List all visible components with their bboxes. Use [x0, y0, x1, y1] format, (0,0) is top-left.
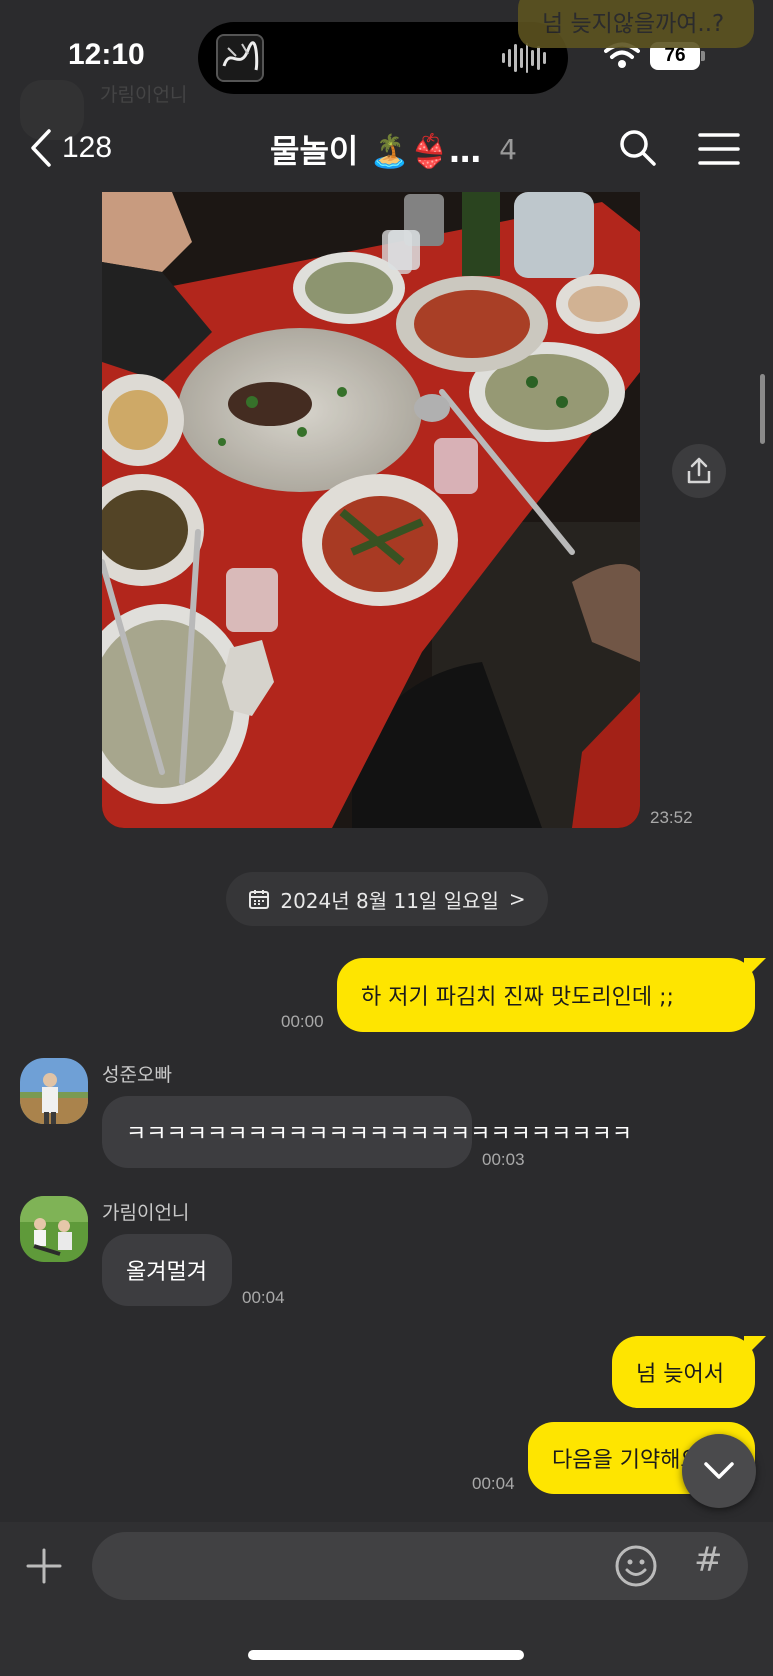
share-icon	[687, 457, 711, 484]
message-text: 하 저기 파김치 진짜 맛도리인데 ;;	[361, 985, 674, 1010]
chevron-left-icon	[31, 129, 51, 167]
message-timestamp: 00:03	[482, 1150, 525, 1169]
message-input-bar: #	[0, 1522, 773, 1676]
date-label: 2024년 8월 11일 일요일	[280, 888, 499, 913]
chat-title-area[interactable]: 물놀이 🏝️👙… 4	[270, 126, 517, 172]
battery-nub	[701, 51, 705, 61]
message-text: ㅋㅋㅋㅋㅋㅋㅋㅋㅋㅋㅋㅋㅋㅋㅋㅋㅋㅋㅋㅋㅋㅋㅋㅋㅋ	[126, 1122, 633, 1147]
chevron-down-icon	[704, 1462, 734, 1479]
avatar[interactable]	[20, 1058, 88, 1124]
sender-name: 가림이언니	[102, 1202, 190, 1224]
ghost-sender-name: 가림이언니	[100, 84, 188, 106]
plus-icon[interactable]	[24, 1546, 64, 1586]
back-button[interactable]: 128	[30, 128, 112, 168]
chat-title: 물놀이 🏝️👙…	[270, 132, 482, 170]
ghost-preview-bubble: 넘 늦지않을까여..?	[518, 0, 754, 48]
message-timestamp: 00:00	[281, 1012, 324, 1031]
date-divider[interactable]: 2024년 8월 11일 일요일 >	[226, 872, 548, 926]
scroll-to-bottom-button[interactable]	[682, 1434, 756, 1508]
chat-header: 128 물놀이 🏝️👙… 4	[0, 110, 773, 192]
my-message-bubble[interactable]: 넘 늦어서	[612, 1336, 755, 1408]
photo-timestamp: 23:52	[650, 808, 693, 827]
message-timestamp: 00:04	[472, 1474, 515, 1493]
emoji-icon[interactable]	[614, 1544, 658, 1588]
status-time: 12:10	[68, 38, 145, 71]
home-indicator[interactable]	[248, 1650, 524, 1660]
menu-icon[interactable]	[698, 132, 740, 166]
unread-count: 128	[62, 131, 113, 164]
now-playing-artwork	[216, 34, 264, 82]
dynamic-island[interactable]	[198, 22, 568, 94]
message-timestamp: 00:04	[242, 1288, 285, 1307]
message-text: 넘 늦어서	[636, 1362, 724, 1387]
search-icon[interactable]	[618, 128, 658, 168]
calendar-icon	[249, 890, 270, 909]
avatar[interactable]	[20, 1196, 88, 1262]
food-table-photo	[102, 192, 640, 828]
their-message-bubble[interactable]: 올겨멀겨	[102, 1234, 232, 1306]
scrollbar-thumb[interactable]	[760, 374, 765, 444]
bubble-tail	[744, 1336, 766, 1358]
share-button[interactable]	[672, 444, 726, 498]
hashtag-search-button[interactable]: #	[694, 1540, 723, 1580]
message-text: 올겨멀겨	[126, 1260, 207, 1285]
chevron-right-icon: >	[508, 887, 526, 911]
my-message-bubble[interactable]: 하 저기 파김치 진짜 맛도리인데 ;;	[337, 958, 755, 1032]
sender-name: 성준오빠	[102, 1064, 172, 1086]
photo-message[interactable]	[102, 192, 640, 828]
their-message-bubble[interactable]: ㅋㅋㅋㅋㅋㅋㅋㅋㅋㅋㅋㅋㅋㅋㅋㅋㅋㅋㅋㅋㅋㅋㅋㅋㅋ	[102, 1096, 632, 1168]
message-text: 다음을 기약해요	[552, 1448, 701, 1473]
bubble-tail	[744, 958, 766, 980]
member-count: 4	[499, 132, 517, 166]
